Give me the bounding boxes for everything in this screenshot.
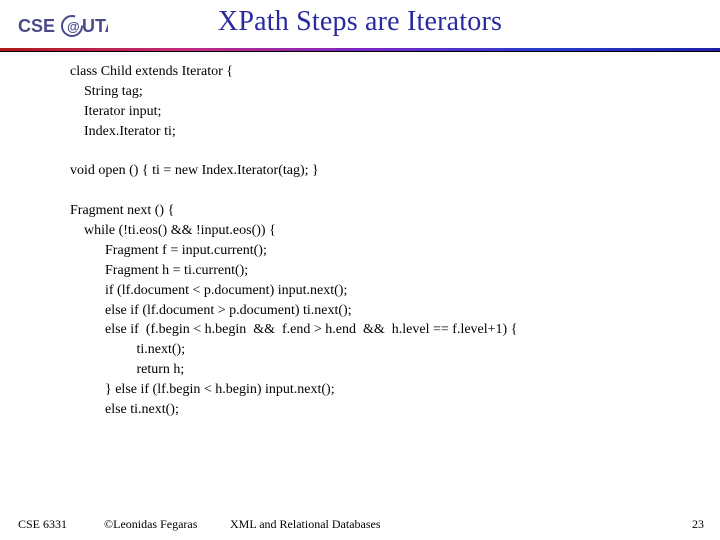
code-block: class Child extends Iterator { String ta… — [70, 62, 690, 420]
footer-page-number: 23 — [692, 517, 704, 532]
slide-title: XPath Steps are Iterators — [0, 6, 720, 38]
footer-course: CSE 6331 — [18, 517, 67, 532]
footer-copyright: ©Leonidas Fegaras — [104, 517, 197, 532]
footer-title: XML and Relational Databases — [230, 517, 381, 532]
title-rule — [0, 48, 720, 52]
